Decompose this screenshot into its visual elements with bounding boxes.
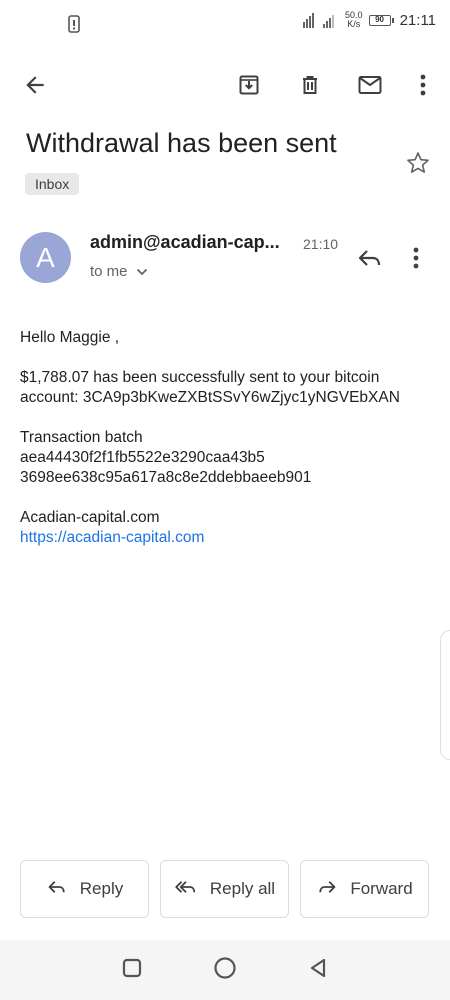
batch-hash-line-1: aea44430f2f1fb5522e3290caa43b5 (20, 449, 265, 466)
back-nav-icon[interactable] (307, 957, 329, 984)
forward-button[interactable]: Forward (300, 860, 429, 918)
status-bar: 50.0 K/s 90 21:11 (0, 0, 450, 48)
back-arrow-icon[interactable] (20, 70, 50, 100)
star-icon[interactable] (405, 150, 431, 181)
avatar[interactable]: A (20, 232, 71, 283)
recents-icon[interactable] (121, 957, 143, 984)
reply-button[interactable]: Reply (20, 860, 149, 918)
action-bar: Reply Reply all Forward (20, 860, 430, 918)
email-subject: Withdrawal has been sent (26, 128, 337, 158)
reply-icon[interactable] (356, 246, 384, 275)
reply-label: Reply (79, 879, 124, 898)
more-vert-icon[interactable] (412, 246, 420, 275)
forward-icon (316, 878, 338, 901)
forward-label: Forward (350, 879, 413, 898)
system-nav-bar (0, 940, 450, 1000)
signal-icon (303, 12, 339, 28)
reply-all-label: Reply all (209, 879, 276, 898)
status-time: 21:11 (399, 11, 436, 29)
sender-address[interactable]: admin@acadian-cap... (90, 232, 280, 253)
app-bar (0, 60, 450, 110)
batch-label: Transaction batch (20, 429, 143, 446)
archive-icon[interactable] (234, 70, 264, 100)
net-speed: 50.0 K/s (345, 10, 363, 29)
home-icon[interactable] (213, 956, 237, 985)
side-handle[interactable] (440, 630, 450, 760)
recipient-toggle[interactable]: to me (90, 263, 148, 280)
greeting: Hello Maggie , (20, 329, 120, 346)
label-chip-inbox[interactable]: Inbox (25, 173, 80, 195)
website-link[interactable]: https://acadian-capital.com (20, 529, 204, 546)
signature: Acadian-capital.com https://acadian-capi… (20, 508, 440, 548)
batch-hash-line-2: 3698ee638c95a617a8c8e2ddebbaeeb901 (20, 469, 312, 486)
email-body: Hello Maggie , $1,788.07 has been succes… (20, 328, 440, 568)
reply-icon (46, 878, 68, 901)
confirmation-line-2: account: 3CA9p3bKweZXBtSSvY6wZjyc1yNGVEb… (20, 389, 400, 406)
recipient-label: to me (90, 263, 128, 280)
email-time: 21:10 (303, 236, 339, 252)
transaction-batch: Transaction batch aea44430f2f1fb5522e329… (20, 428, 440, 488)
reply-all-button[interactable]: Reply all (160, 860, 289, 918)
battery-icon: 90 (368, 14, 394, 26)
company-name: Acadian-capital.com (20, 509, 160, 526)
confirmation-line-1: $1,788.07 has been successfully sent to … (20, 369, 380, 386)
confirmation-text: $1,788.07 has been successfully sent to … (20, 368, 440, 408)
mark-unread-icon[interactable] (355, 70, 385, 100)
chevron-down-icon (136, 263, 148, 280)
phone-notification-icon (68, 15, 80, 38)
more-vert-icon[interactable] (408, 70, 438, 100)
delete-icon[interactable] (295, 70, 325, 100)
reply-all-icon (174, 878, 198, 901)
